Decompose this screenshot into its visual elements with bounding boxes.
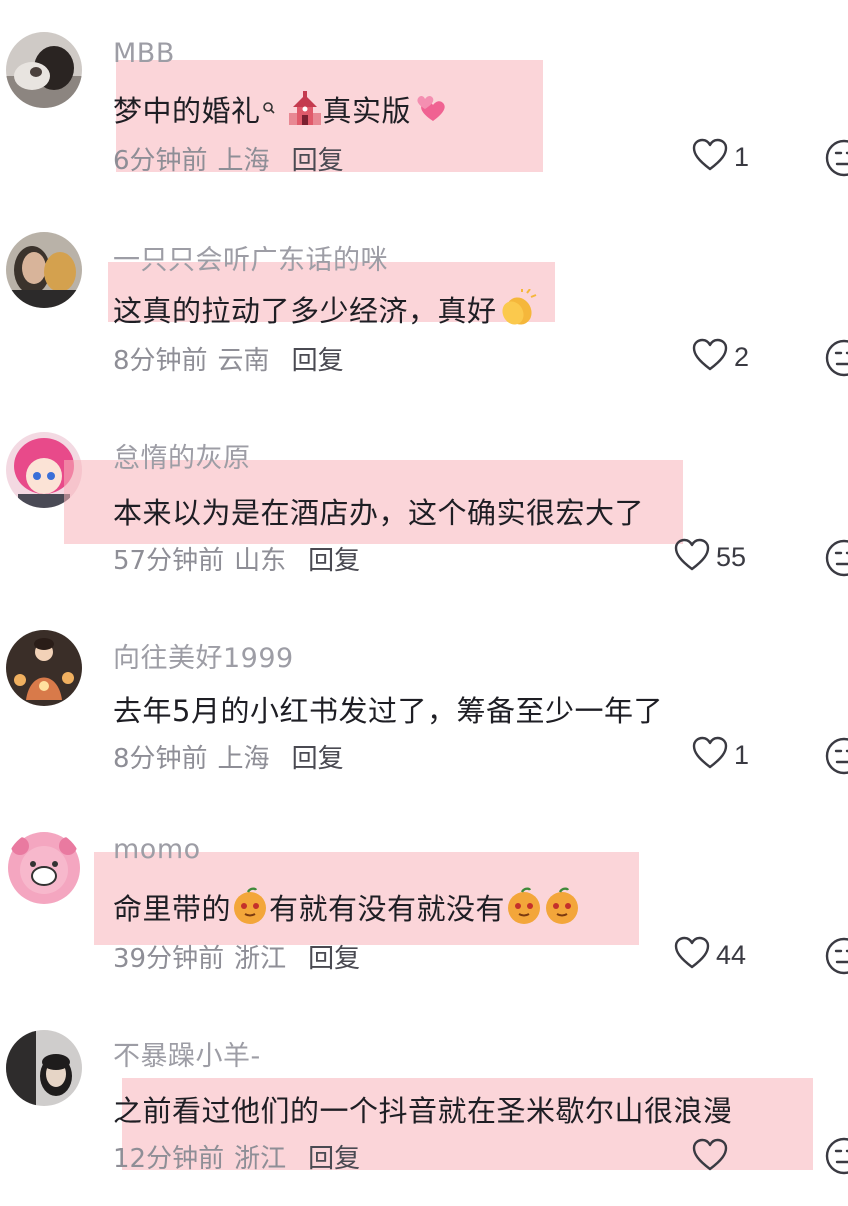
comment-meta: 39分钟前 浙江 回复 [113,938,360,975]
username[interactable]: 不暴躁小羊- [113,1034,261,1073]
orange-face-icon [543,887,581,932]
like-button[interactable]: 2 [692,338,749,376]
comment-text: 本来以为是在酒店办，这个确实很宏大了 [113,490,644,532]
heart-icon [692,338,728,376]
like-button[interactable]: 55 [674,538,746,576]
comment-time: 8分钟前 [113,744,208,774]
dislike-button[interactable] [824,936,848,980]
comment-text-part: 本来以为是在酒店办，这个确实很宏大了 [113,496,645,530]
orange-face-icon [505,887,543,932]
reply-button[interactable]: 回复 [308,1138,360,1175]
username[interactable]: 向往美好1999 [113,636,294,675]
comment-text-part: 命里带的 [113,892,232,926]
comment-location: 浙江 [234,944,287,974]
comment-item: 不暴躁小羊- 之前看过他们的一个抖音就在圣米歇尔山很浪漫 12分钟前 浙江 回复 [0,1000,848,1200]
avatar[interactable] [6,232,82,308]
dislike-button[interactable] [824,1136,848,1180]
dislike-button[interactable] [824,538,848,582]
comment-text: 去年5月的小红书发过了，筹备至少一年了 [113,688,663,730]
magnifier-small-icon [261,97,277,134]
comment-item: momo 命里带的 有就有没有就没有 39分钟前 浙江 回复 44 [0,800,848,1000]
comment-text-part: 之前看过他们的一个抖音就在圣米歇尔山很浪漫 [113,1094,733,1128]
like-count: 55 [716,541,747,572]
comment-text-part: 有就有没有就没有 [269,892,506,926]
dislike-button[interactable] [824,138,848,182]
like-button[interactable] [692,1138,734,1176]
comment-time: 12分钟前 [113,1144,225,1174]
dislike-button[interactable] [824,736,848,780]
comment-text-part: 这真的拉动了多少经济，真好 [113,294,497,328]
comment-location: 上海 [217,744,270,774]
comment-text-part: 梦中的婚礼 [113,94,261,128]
comment-location: 浙江 [234,1144,287,1174]
like-count: 2 [734,341,750,372]
username[interactable]: momo [113,834,201,865]
comment-text: 之前看过他们的一个抖音就在圣米歇尔山很浪漫 [113,1088,733,1130]
heart-icon [674,538,710,576]
heart-icon [692,736,728,774]
comment-item: MBB 梦中的婚礼 真实版 6分钟前 上海 回复 1 [0,0,848,200]
like-count: 1 [734,141,750,172]
orange-face-icon [231,887,269,932]
heart-icon [674,936,710,974]
comment-meta: 12分钟前 浙江 回复 [113,1138,360,1175]
comment-meta: 8分钟前 上海 回复 [113,738,344,775]
dislike-face-icon [824,1137,848,1180]
comment-time: 6分钟前 [113,146,208,176]
comment-location: 山东 [234,546,287,576]
username[interactable]: MBB [113,38,175,69]
comment-location: 上海 [217,146,270,176]
comment-meta: 6分钟前 上海 回复 [113,140,344,177]
comment-text-part: 真实版 [322,94,412,128]
like-button[interactable]: 44 [674,936,746,974]
reply-button[interactable]: 回复 [292,340,344,377]
like-button[interactable]: 1 [692,736,749,774]
dislike-face-icon [824,937,848,980]
avatar[interactable] [6,32,82,108]
avatar[interactable] [6,630,82,706]
dislike-button[interactable] [824,338,848,382]
reply-button[interactable]: 回复 [308,540,360,577]
heart-icon [692,1138,728,1176]
reply-button[interactable]: 回复 [292,140,344,177]
avatar[interactable] [6,1030,82,1106]
comment-text: 命里带的 有就有没有就没有 [113,886,581,932]
comment-meta: 57分钟前 山东 回复 [113,540,360,577]
two-hearts-icon [411,91,447,134]
username[interactable]: 一只只会听广东话的咪 [113,238,388,277]
dislike-face-icon [824,737,848,780]
comment-time: 57分钟前 [113,546,225,576]
comment-time: 39分钟前 [113,944,225,974]
like-count: 1 [734,739,750,770]
reply-button[interactable]: 回复 [292,738,344,775]
comment-text: 梦中的婚礼 真实版 [113,88,447,134]
like-button[interactable]: 1 [692,138,749,176]
comment-item: 向往美好1999 去年5月的小红书发过了，筹备至少一年了 8分钟前 上海 回复 1 [0,600,848,800]
dislike-face-icon [824,339,848,382]
comment-item: 一只只会听广东话的咪 这真的拉动了多少经济，真好 8分钟前 云南 回复 2 [0,200,848,400]
username[interactable]: 怠惰的灰原 [113,436,251,475]
comment-meta: 8分钟前 云南 回复 [113,340,344,377]
like-count: 44 [716,939,747,970]
heart-icon [692,138,728,176]
comment-time: 8分钟前 [113,346,208,376]
comment-text-part: 去年5月的小红书发过了，筹备至少一年了 [113,694,663,728]
dislike-face-icon [824,139,848,182]
dislike-face-icon [824,539,848,582]
clapping-hands-icon [497,288,537,334]
comment-text: 这真的拉动了多少经济，真好 [113,288,537,334]
avatar[interactable] [6,830,82,906]
comment-location: 云南 [217,346,270,376]
comment-item: 怠惰的灰原 本来以为是在酒店办，这个确实很宏大了 57分钟前 山东 回复 55 [0,400,848,600]
church-icon [287,91,323,134]
reply-button[interactable]: 回复 [308,938,360,975]
